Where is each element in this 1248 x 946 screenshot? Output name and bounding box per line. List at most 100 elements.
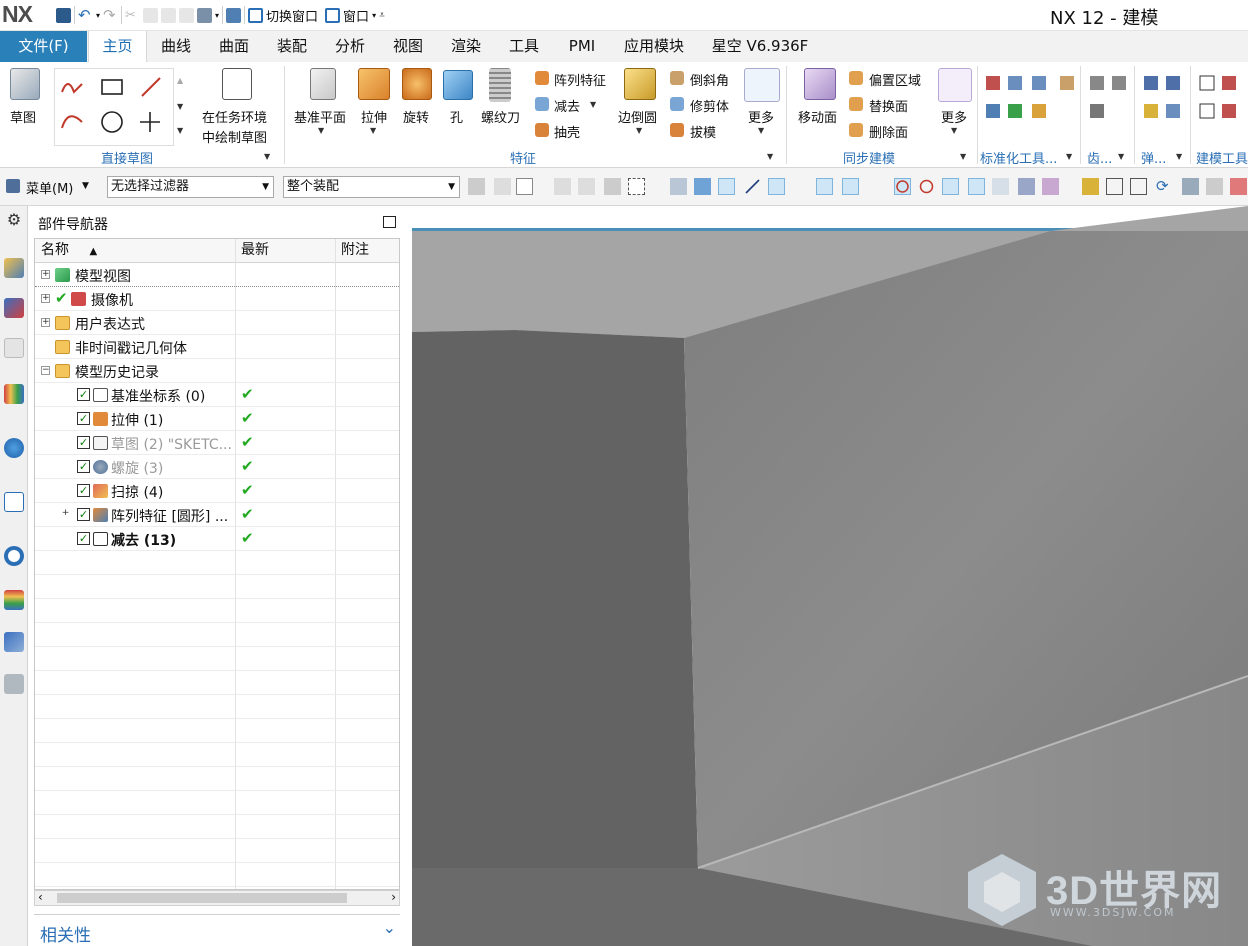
save-icon[interactable] — [56, 7, 71, 23]
trim-body-icon[interactable] — [670, 97, 684, 111]
column-latest-header[interactable]: 最新 — [235, 239, 269, 263]
part-navigator-icon[interactable] — [4, 338, 24, 358]
offset-region-icon[interactable] — [849, 71, 863, 85]
edge-blend-button[interactable]: 边倒圆 — [618, 107, 657, 126]
feature-checkbox[interactable]: ✓ — [77, 412, 90, 425]
thread-tool-icon[interactable] — [489, 68, 511, 102]
task-env-line2[interactable]: 中绘制草图 — [202, 127, 267, 146]
tab-curve[interactable]: 曲线 — [150, 31, 202, 62]
tree-row-model-history[interactable]: − 模型历史记录 — [35, 359, 399, 383]
group-direct-sketch-dropdown-icon[interactable]: ▼ — [264, 152, 270, 161]
tree-row-helix[interactable]: ✓ 螺旋 (3) ✔ — [35, 455, 399, 479]
customize-qa-icon[interactable]: ⩡ — [379, 10, 385, 21]
feature-checkbox[interactable]: ✓ — [77, 388, 90, 401]
subtract-dropdown-icon[interactable]: ▼ — [590, 100, 596, 109]
scroll-down-icon[interactable]: ▼ — [177, 102, 183, 111]
delete-face-button[interactable]: 删除面 — [869, 122, 908, 141]
snap-endpoint-icon[interactable] — [718, 178, 735, 195]
select-feature-plane-icon[interactable] — [494, 178, 511, 195]
snap-on-curve-icon[interactable] — [968, 178, 985, 195]
replace-face-icon[interactable] — [849, 97, 863, 111]
tree-row-extrude[interactable]: ✓ 拉伸 (1) ✔ — [35, 407, 399, 431]
datum-plane-dropdown-icon[interactable]: ▼ — [318, 126, 324, 135]
collapse-icon[interactable]: − — [41, 366, 50, 375]
dependencies-panel[interactable]: 相关性 ⌄ — [34, 914, 400, 946]
snap-grid-icon[interactable] — [1042, 178, 1059, 195]
group-feature-dropdown-icon[interactable]: ▼ — [767, 152, 773, 161]
chamfer-icon[interactable] — [670, 71, 684, 85]
tab-surface[interactable]: 曲面 — [208, 31, 260, 62]
edge-blend-dropdown-icon[interactable]: ▼ — [636, 126, 642, 135]
roles-icon[interactable] — [4, 674, 24, 694]
window-button[interactable]: 窗口 — [343, 6, 369, 25]
chevron-down-icon[interactable]: ⌄ — [383, 918, 396, 937]
tree-row-sketch[interactable]: ✓ 草图 (2) "SKETC... ✔ — [35, 431, 399, 455]
column-name-header[interactable]: 名称 ▲ — [35, 239, 97, 263]
scroll-up-icon[interactable]: ▲ — [177, 76, 183, 85]
more-features-dropdown-icon[interactable]: ▼ — [758, 126, 764, 135]
revolve-button[interactable]: 旋转 — [403, 107, 429, 126]
copy-icon[interactable] — [143, 7, 159, 23]
more-sync-button[interactable]: 更多 — [941, 107, 967, 126]
palette-icon[interactable] — [4, 590, 24, 610]
constraint-navigator-icon[interactable] — [4, 298, 24, 318]
snap-on-face-icon[interactable] — [992, 178, 1009, 195]
tab-xingkong[interactable]: 星空 V6.936F — [700, 31, 820, 62]
feature-checkbox[interactable]: ✓ — [77, 436, 90, 449]
thread-tool-button[interactable]: 螺纹刀 — [481, 107, 520, 126]
select-connected-icon[interactable] — [604, 178, 621, 195]
menu-button[interactable]: 菜单(M) — [26, 178, 73, 197]
switch-window-icon[interactable] — [248, 7, 264, 23]
reuse-library-icon[interactable] — [4, 384, 24, 404]
shell-button[interactable]: 抽壳 — [554, 122, 580, 141]
offset-region-button[interactable]: 偏置区域 — [869, 70, 921, 89]
tab-application[interactable]: 应用模块 — [614, 31, 694, 62]
pattern-feature-button[interactable]: 阵列特征 — [554, 70, 606, 89]
more-sync-icon[interactable] — [938, 68, 972, 102]
window-icon[interactable] — [325, 7, 341, 23]
expand-icon[interactable]: + — [61, 509, 70, 519]
rectangle-select-icon[interactable] — [628, 178, 645, 195]
snap-arc-center-icon[interactable] — [894, 178, 911, 195]
group-spring-dropdown-icon[interactable]: ▼ — [1176, 152, 1182, 161]
subtract-button[interactable]: 减去 — [554, 96, 580, 115]
draft-button[interactable]: 拔模 — [690, 122, 716, 141]
scrollbar-thumb[interactable] — [57, 893, 347, 903]
tab-pmi[interactable]: PMI — [556, 31, 608, 62]
column-notes-header[interactable]: 附注 — [335, 239, 369, 263]
solid-select-icon[interactable] — [670, 178, 687, 195]
scroll-left-icon[interactable]: ‹ — [38, 890, 43, 904]
selection-scope-dropdown-icon[interactable]: ▼ — [448, 177, 455, 197]
tab-tools[interactable]: 工具 — [498, 31, 550, 62]
switch-window-button[interactable]: 切换窗口 — [266, 6, 318, 25]
snap-intersection-icon[interactable] — [868, 178, 885, 195]
task-environment-sketch-icon[interactable] — [222, 68, 252, 100]
datum-plane-icon[interactable] — [310, 68, 336, 100]
paste-icon[interactable] — [161, 7, 177, 23]
select-feature-icon[interactable] — [468, 178, 485, 195]
group-sync-dropdown-icon[interactable]: ▼ — [960, 152, 966, 161]
more-features-button[interactable]: 更多 — [748, 107, 774, 126]
menu-dropdown-icon[interactable]: ▼ — [82, 181, 89, 191]
tree-row-datum-csys[interactable]: ✓ 基准坐标系 (0) ✔ — [35, 383, 399, 407]
snap-line-icon[interactable] — [744, 178, 761, 195]
feature-checkbox[interactable]: ✓ — [77, 460, 90, 473]
move-face-button[interactable]: 移动面 — [798, 107, 837, 126]
expand-icon[interactable]: + — [41, 270, 50, 279]
history-icon[interactable] — [4, 546, 24, 566]
sketch-icon[interactable] — [10, 68, 40, 100]
touch-mode-dropdown-icon[interactable]: ▾ — [215, 11, 219, 20]
touch-mode-icon[interactable] — [197, 7, 213, 23]
process-studio-icon[interactable] — [4, 632, 24, 652]
tree-row-pattern-feature[interactable]: + ✓ 阵列特征 [圆形] ... ✔ — [35, 503, 399, 527]
rotate-view-icon[interactable]: ⟳ — [1156, 178, 1173, 195]
chamfer-button[interactable]: 倒斜角 — [690, 70, 729, 89]
tab-assembly[interactable]: 装配 — [266, 31, 318, 62]
draft-icon[interactable] — [670, 123, 684, 137]
subtract-icon[interactable] — [535, 97, 549, 111]
snap-bounded-grid-icon[interactable] — [1018, 178, 1035, 195]
expand-icon[interactable]: + — [41, 318, 50, 327]
undo-icon[interactable]: ↶ — [78, 7, 93, 23]
tab-view[interactable]: 视图 — [382, 31, 434, 62]
sketch-button[interactable]: 草图 — [10, 107, 36, 126]
